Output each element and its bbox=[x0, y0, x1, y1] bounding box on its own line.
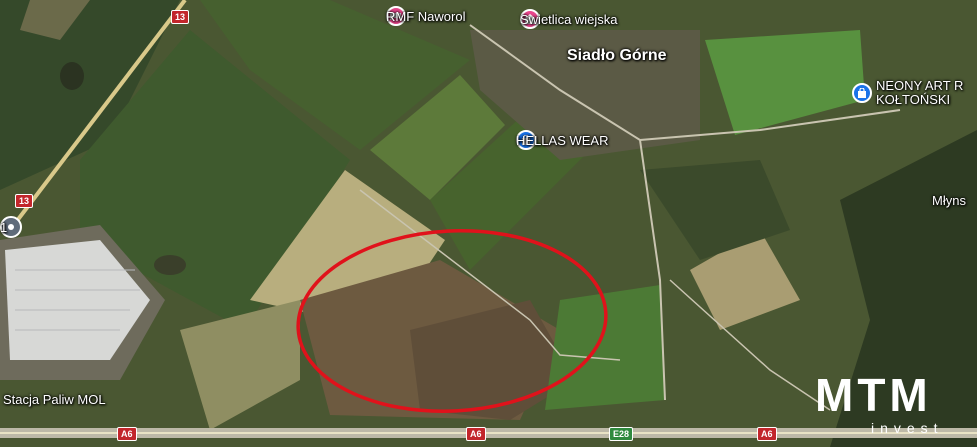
shopping-bag-icon bbox=[852, 83, 872, 103]
poi-neony-art[interactable]: NEONY ART R KOŁTOŃSKI bbox=[852, 79, 963, 107]
road-13-shield-top: 13 bbox=[171, 10, 190, 24]
road-a6-shield-left: A6 bbox=[117, 427, 137, 441]
logo-mark: MTM bbox=[815, 369, 932, 421]
poi-hellas-wear[interactable]: HELLAS WEAR bbox=[516, 130, 608, 150]
village-label-siadlo-gorne: Siadło Górne bbox=[567, 47, 667, 64]
place-label-mlyn: Młyns bbox=[932, 193, 966, 208]
road-a6-shield-right: A6 bbox=[757, 427, 777, 441]
edge-label: 1 bbox=[0, 219, 8, 235]
poi-stacja-paliw-mol[interactable]: 1 bbox=[0, 216, 22, 238]
satellite-map[interactable]: 13 13 A6 A6 E28 A6 RMF Naworol Swietlica… bbox=[0, 0, 977, 447]
poi-label: NEONY ART R KOŁTOŃSKI bbox=[876, 78, 964, 107]
road-a6-shield-mid: A6 bbox=[466, 427, 486, 441]
poi-label: RMF Naworol bbox=[386, 8, 466, 24]
logo-subtitle: invest bbox=[871, 420, 944, 436]
poi-rmf-naworol[interactable]: RMF Naworol bbox=[386, 6, 465, 26]
poi-label: HELLAS WEAR bbox=[516, 132, 609, 148]
poi-label: Swietlica wiejska bbox=[520, 11, 618, 27]
mtm-invest-logo: MTM invest bbox=[815, 372, 973, 442]
place-label-stacja-paliw: Stacja Paliw MOL bbox=[3, 392, 106, 407]
road-e28-shield: E28 bbox=[609, 427, 634, 441]
poi-swietlica-wiejska[interactable]: Swietlica wiejska bbox=[520, 9, 618, 29]
road-13-shield-left: 13 bbox=[15, 194, 34, 208]
